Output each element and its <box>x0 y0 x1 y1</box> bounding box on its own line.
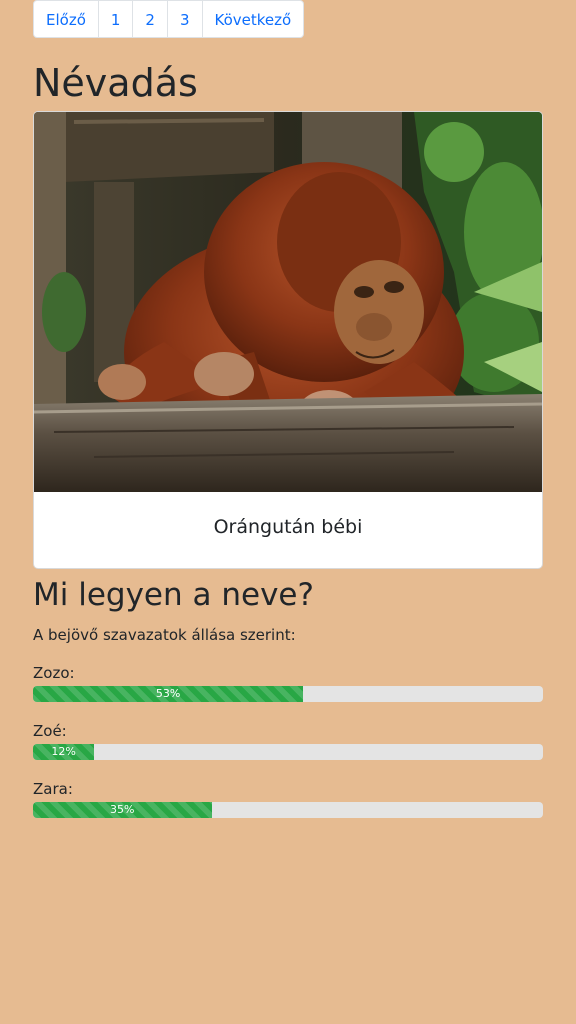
page-title: Névadás <box>33 61 198 105</box>
vote-option-label: Zozo: <box>33 664 75 682</box>
vote-option: Zara: 35% <box>33 780 543 818</box>
vote-progress-bar: 12% <box>33 744 95 760</box>
vote-option: Zoé: 12% <box>33 722 543 760</box>
poll-question: Mi legyen a neve? <box>33 577 314 613</box>
orangutan-photo <box>34 112 542 492</box>
vote-progress-bar: 35% <box>33 802 212 818</box>
vote-progress-track: 12% <box>33 744 543 760</box>
pagination-page-3[interactable]: 3 <box>166 0 203 38</box>
vote-progress-track: 35% <box>33 802 543 818</box>
pagination-next-button[interactable]: Következő <box>201 0 305 38</box>
pagination-page-1[interactable]: 1 <box>97 0 134 38</box>
vote-option-label: Zara: <box>33 780 73 798</box>
poll-subtitle: A bejövő szavazatok állása szerint: <box>33 626 296 644</box>
vote-progress-track: 53% <box>33 686 543 702</box>
page-container: Előző 1 2 3 Következő Névadás Orángután … <box>33 0 543 818</box>
photo-card: Orángután bébi <box>33 111 543 569</box>
pagination-prev-button[interactable]: Előző <box>33 0 99 38</box>
pagination-page-2[interactable]: 2 <box>132 0 168 38</box>
vote-option-label: Zoé: <box>33 722 67 740</box>
vote-option: Zozo: 53% <box>33 664 543 702</box>
photo-caption: Orángután bébi <box>213 516 363 538</box>
pagination: Előző 1 2 3 Következő <box>33 0 543 38</box>
vote-progress-bar: 53% <box>33 686 304 702</box>
